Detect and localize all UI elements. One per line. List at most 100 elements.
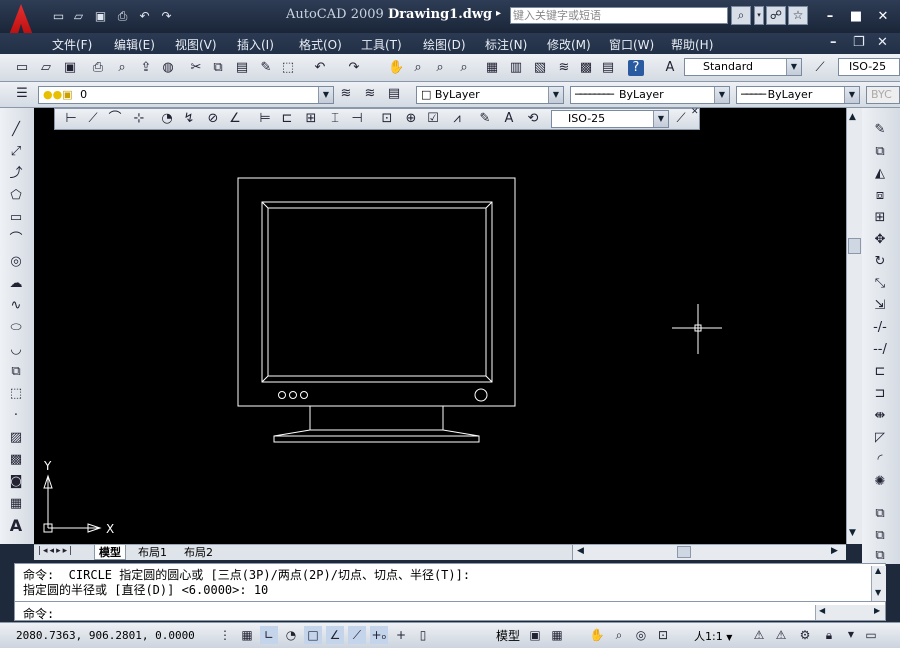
maximize-icon[interactable]: ■ — [846, 8, 866, 26]
scroll-right-icon[interactable]: ▶ — [831, 546, 838, 556]
stretch-icon[interactable]: ⇲ — [872, 298, 888, 314]
search-dropdown-icon[interactable]: ▾ — [754, 6, 764, 25]
monitor-button-1[interactable] — [278, 391, 286, 399]
status-menu-icon[interactable]: ▼ — [842, 626, 860, 644]
command-history-scrollbar[interactable]: ▲ ▼ — [871, 566, 886, 602]
markup-icon[interactable]: ▩ — [578, 60, 594, 76]
chevron-down-icon[interactable]: ▼ — [844, 87, 859, 103]
sheet-set-icon[interactable]: ≋ — [556, 60, 572, 76]
region-icon[interactable]: ◙ — [8, 474, 24, 490]
monitor-screen[interactable] — [267, 207, 487, 377]
save-file-icon[interactable]: ▣ — [62, 60, 78, 76]
menu-window[interactable]: 窗口(W) — [609, 36, 654, 53]
menu-help[interactable]: 帮助(H) — [671, 36, 713, 53]
open-file-icon[interactable]: ▱ — [38, 60, 54, 76]
chamfer-icon[interactable]: ◸ — [872, 430, 888, 446]
command-input-scrollbar[interactable]: ◀ ▶ — [815, 605, 885, 620]
chevron-down-icon[interactable]: ▼ — [318, 87, 333, 103]
cmd-scroll-right-icon[interactable]: ▶ — [874, 606, 880, 615]
diameter-dimension-icon[interactable]: ⊘ — [205, 111, 221, 127]
tab-nav-icon[interactable]: |◂◂▸▸| — [38, 546, 74, 556]
polyline-icon[interactable]: ⤴ — [8, 166, 24, 182]
layer-manager-icon[interactable]: ☰ — [14, 86, 30, 102]
title-arrow-icon[interactable]: ▸ — [496, 8, 501, 19]
angular-dimension-icon[interactable]: ∠ — [227, 111, 243, 127]
hatch-icon[interactable]: ▨ — [8, 430, 24, 446]
dimension-style-icon[interactable]: ⟋ — [812, 60, 828, 76]
vertical-scrollbar[interactable]: ▲ ▼ — [846, 108, 862, 544]
help-icon[interactable]: ? — [628, 60, 644, 76]
fillet-icon[interactable]: ◜ — [872, 452, 888, 468]
showmotion-icon[interactable]: ⊡ — [654, 626, 672, 644]
quickcalc-icon[interactable]: ▤ — [600, 60, 616, 76]
new-icon[interactable]: ▭ — [50, 9, 67, 23]
chevron-down-icon[interactable]: ▼ — [714, 87, 729, 103]
dimension-update-icon[interactable]: ⟲ — [525, 111, 541, 127]
monitor-button-2[interactable] — [289, 391, 297, 399]
publish-icon[interactable]: ⇪ — [138, 60, 154, 76]
draworder-front-icon[interactable]: ⧉ — [872, 548, 888, 564]
ortho-mode-icon[interactable]: ∟ — [260, 626, 278, 644]
doc-close-icon[interactable]: ✕ — [877, 35, 888, 50]
multiline-text-icon[interactable]: A — [8, 518, 24, 534]
arc-length-icon[interactable]: ⌒ — [107, 111, 123, 127]
erase-icon[interactable]: ✎ — [872, 122, 888, 138]
radius-dimension-icon[interactable]: ◔ — [159, 111, 175, 127]
insert-block-icon[interactable]: ⧉ — [8, 364, 24, 380]
menu-dimension[interactable]: 标注(N) — [485, 36, 527, 53]
jogged-icon[interactable]: ↯ — [181, 111, 197, 127]
plot-preview-icon[interactable]: ⌕ — [114, 60, 130, 76]
quick-view-drawings-icon[interactable]: ▦ — [548, 626, 566, 644]
monitor-button-3[interactable] — [300, 391, 308, 399]
menu-edit[interactable]: 编辑(E) — [114, 36, 155, 53]
dim-toolbar-style-select[interactable]: ISO-25 ▼ — [551, 110, 669, 128]
lineweight-toggle-icon[interactable]: + — [392, 626, 410, 644]
cut-icon[interactable]: ✂ — [188, 60, 204, 76]
construction-line-icon[interactable]: ⤢ — [8, 144, 24, 160]
grid-display-icon[interactable]: ▦ — [238, 626, 256, 644]
cmd-scroll-left-icon[interactable]: ◀ — [819, 606, 825, 615]
coordinate-display[interactable]: 2080.7363, 906.2801, 0.0000 — [16, 629, 195, 642]
command-window[interactable]: 命令: CIRCLE 指定圆的圆心或 [三点(3P)/两点(2P)/切点、切点、… — [14, 563, 886, 621]
qnew-icon[interactable]: ▭ — [14, 60, 30, 76]
search-input[interactable]: 键入关键字或短语 — [510, 7, 728, 24]
text-style-icon[interactable]: A — [662, 60, 678, 76]
redo-icon[interactable]: ↷ — [158, 9, 175, 23]
dimension-break-icon[interactable]: ⊣ — [349, 111, 365, 127]
annotation-scale[interactable]: 人1:1 ▼ — [694, 628, 732, 644]
menu-view[interactable]: 视图(V) — [175, 36, 217, 53]
menu-tools[interactable]: 工具(T) — [361, 36, 402, 53]
linetype-select[interactable]: ──────── ByLayer ▼ — [570, 86, 730, 104]
mirror-icon[interactable]: ◭ — [872, 166, 888, 182]
communication-icon[interactable]: ☍ — [766, 6, 786, 25]
favorites-icon[interactable]: ☆ — [788, 6, 808, 25]
arc-icon[interactable]: ⌒ — [8, 232, 24, 248]
tolerance-icon[interactable]: ⊡ — [379, 111, 395, 127]
monitor-bezel[interactable] — [261, 201, 493, 383]
menu-format[interactable]: 格式(O) — [299, 36, 342, 53]
snap-mode-icon[interactable]: ⋮ — [216, 626, 234, 644]
ordinate-icon[interactable]: ⊹ — [131, 111, 147, 127]
drawing-canvas[interactable]: Y X — [34, 108, 846, 544]
color-select[interactable]: □ ByLayer ▼ — [416, 86, 564, 104]
line-icon[interactable]: ╱ — [8, 122, 24, 138]
spline-icon[interactable]: ∿ — [8, 298, 24, 314]
block-editor-icon[interactable]: ⬚ — [280, 60, 296, 76]
h-scroll-thumb[interactable] — [677, 546, 691, 558]
monitor-power-button[interactable] — [474, 388, 488, 402]
menu-modify[interactable]: 修改(M) — [547, 36, 591, 53]
make-block-icon[interactable]: ⬚ — [8, 386, 24, 402]
clean-screen-icon[interactable]: ▭ — [862, 626, 880, 644]
join-icon[interactable]: ⇼ — [872, 408, 888, 424]
offset-icon[interactable]: ⧈ — [872, 188, 888, 204]
save-icon[interactable]: ▣ — [92, 9, 109, 23]
pan-icon[interactable]: ✋ — [388, 60, 404, 76]
status-zoom-icon[interactable]: ⌕ — [610, 626, 628, 644]
explode-icon[interactable]: ✺ — [872, 474, 888, 490]
monitor-neck[interactable] — [309, 405, 444, 431]
inspection-icon[interactable]: ☑ — [425, 111, 441, 127]
break-at-point-icon[interactable]: ⊏ — [872, 364, 888, 380]
doc-minimize-icon[interactable]: – — [830, 35, 837, 50]
model-space-toggle[interactable]: 模型 — [496, 627, 520, 644]
circle-icon[interactable]: ◎ — [8, 254, 24, 270]
